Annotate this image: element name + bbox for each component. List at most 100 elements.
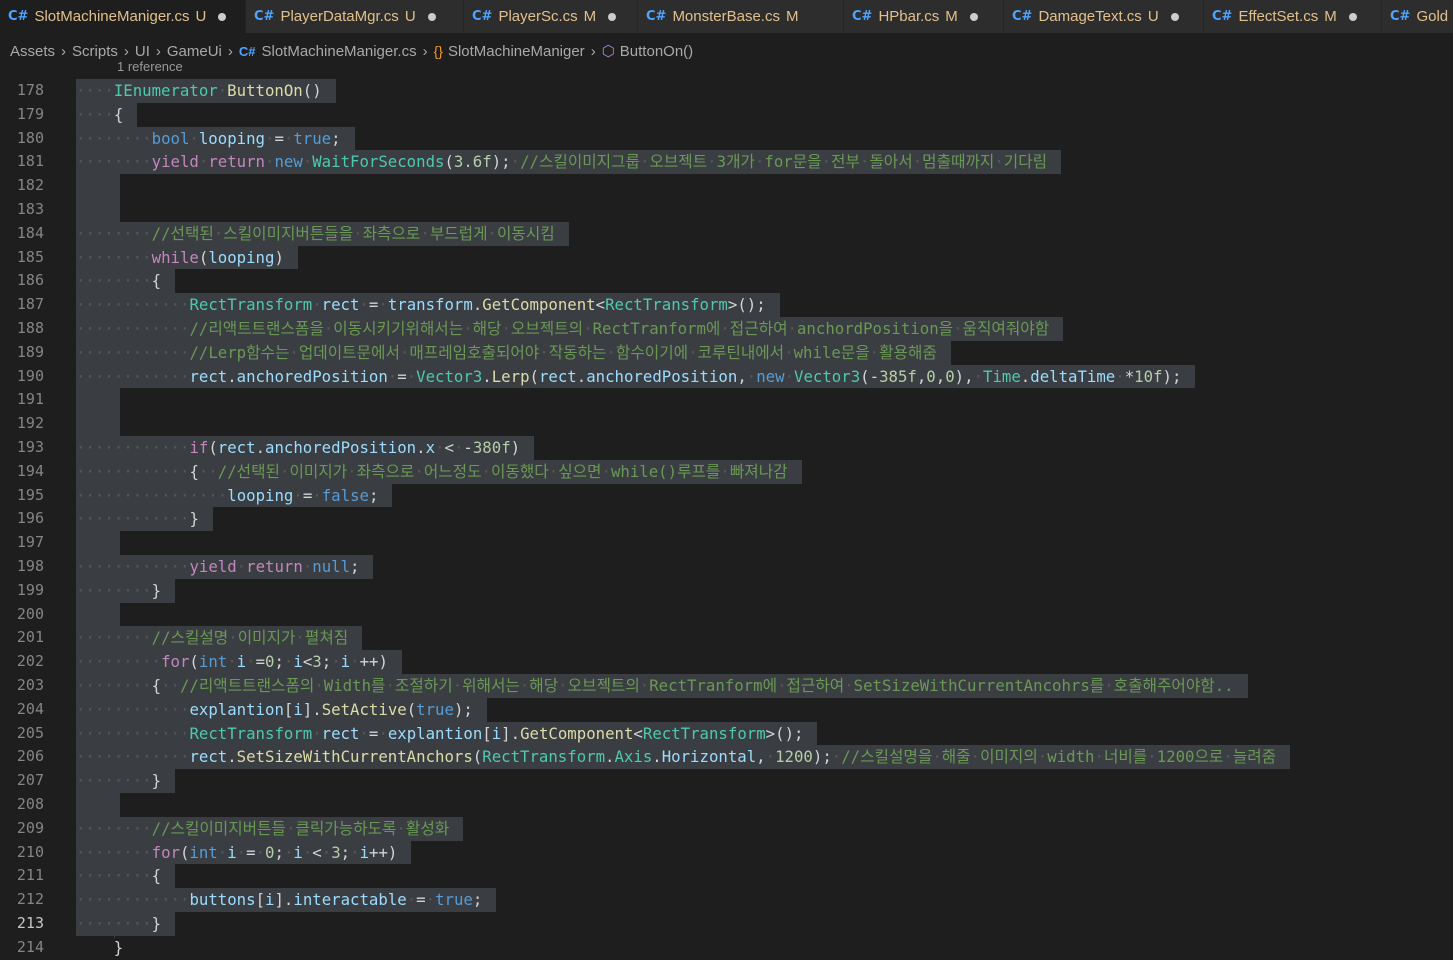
unsaved-dot-icon[interactable]	[1170, 12, 1179, 21]
breadcrumb-item-ui[interactable]: UI	[135, 43, 150, 60]
code-line[interactable]	[76, 793, 120, 817]
chevron-right-icon: ›	[422, 42, 428, 60]
code-line[interactable]: ·········for(int·i·=0;·i<3;·i·++)	[76, 650, 402, 674]
code-line[interactable]	[76, 602, 120, 627]
code-line[interactable]: ············rect.SetSizeWithCurrentAncho…	[76, 745, 1291, 770]
code-line[interactable]: ············RectTransform·rect·=·explant…	[76, 721, 818, 746]
chevron-right-icon: ›	[123, 42, 129, 60]
code-line[interactable]: ········bool·looping·=·true;	[76, 126, 355, 151]
code-line[interactable]	[76, 198, 120, 222]
selection-highlight: ············RectTransform·rect·=·transfo…	[76, 293, 780, 317]
code-line[interactable]: ············{··//선택된·이미지가·좌측으로·어느정도·이동했다…	[76, 459, 802, 484]
tab-slotmachinemaniger-cs[interactable]: C# SlotMachineManiger.cs U	[0, 0, 246, 33]
line-number: 194	[16, 461, 44, 480]
code-line[interactable]	[76, 388, 120, 413]
tab-label: HPbar.cs	[878, 8, 940, 25]
code-line[interactable]: ············rect.anchoredPosition·=·Vect…	[76, 364, 1196, 389]
selection-highlight	[76, 412, 120, 436]
breadcrumb-item-class[interactable]: SlotMachineManiger	[448, 43, 585, 60]
selection-highlight: ····{	[76, 102, 138, 127]
csharp-file-icon: C#	[852, 9, 873, 24]
tab-label: PlayerSc.cs	[498, 8, 578, 25]
code-line[interactable]: ········//선택된·스킬이미지버튼들을·좌측으로·부드럽게·이동시킴	[76, 221, 569, 246]
line-number: 185	[16, 247, 44, 266]
unsaved-dot-icon[interactable]	[608, 12, 617, 21]
code-line[interactable]: ················looping·=·false;	[76, 483, 393, 508]
code-line[interactable]: ········//스킬이미지버튼들·클릭가능하도록·활성화	[76, 816, 464, 841]
chevron-right-icon: ›	[155, 42, 161, 60]
code-line[interactable]: ········//스킬설명·이미지가·펼쳐짐	[76, 626, 363, 651]
unsaved-dot-icon[interactable]	[427, 12, 436, 21]
breadcrumb-item-scripts[interactable]: Scripts	[72, 43, 118, 60]
selection-highlight: ·········for(int·i·=0;·i<3;·i·++)	[76, 650, 402, 674]
code-line[interactable]: ············if(rect.anchoredPosition.x·<…	[76, 436, 535, 460]
tab-damagetext-cs[interactable]: C# DamageText.cs U	[1004, 0, 1204, 33]
tab-monsterbase-cs[interactable]: C# MonsterBase.cs M	[638, 0, 844, 33]
tab-playersc-cs[interactable]: C# PlayerSc.cs M	[464, 0, 638, 33]
code-line[interactable]: ········for(int·i·=·0;·i·<·3;·i++)	[76, 840, 412, 865]
code-line[interactable]: ············}	[76, 507, 213, 532]
selection-highlight: ········bool·looping·=·true;	[76, 126, 355, 151]
code-line[interactable]: ············buttons[i].interactable·=·tr…	[76, 888, 497, 912]
code-line[interactable]: ········{	[76, 864, 176, 889]
tab-git-status: U	[404, 8, 416, 25]
breadcrumb-item-assets[interactable]: Assets	[10, 43, 55, 60]
tab-hpbar-cs[interactable]: C# HPbar.cs M	[844, 0, 1004, 33]
line-number: 212	[16, 890, 44, 909]
selection-highlight: ········{	[76, 864, 176, 889]
codelens-references[interactable]: 1 reference	[117, 59, 183, 74]
code-line[interactable]: ············//Lerp함수는·업데이트문에서·매프레임호출되어야·…	[76, 340, 951, 365]
code-line[interactable]: ····IEnumerator·ButtonOn()	[76, 79, 336, 103]
unsaved-dot-icon[interactable]	[969, 12, 978, 21]
breadcrumb-item-method[interactable]: ButtonOn()	[620, 43, 693, 60]
code-line[interactable]: ············RectTransform·rect·=·transfo…	[76, 293, 780, 317]
unsaved-dot-icon[interactable]	[1348, 12, 1357, 21]
selection-highlight: ········//스킬이미지버튼들·클릭가능하도록·활성화	[76, 816, 464, 841]
line-number: 211	[16, 866, 44, 885]
code-line[interactable]: ········}	[76, 769, 176, 793]
csharp-file-icon: C#	[1012, 9, 1033, 24]
selection-highlight: ········{··//리액트트랜스폼의·Width를·조절하기·위해서는·해…	[76, 674, 1248, 698]
code-line[interactable]: ········}	[76, 912, 176, 936]
line-number: 205	[16, 723, 44, 742]
selection-highlight: ············explantion[i].SetActive(true…	[76, 697, 487, 722]
selection-highlight: ············if(rect.anchoredPosition.x·<…	[76, 436, 535, 460]
tab-gold[interactable]: C# Gold	[1382, 0, 1453, 33]
code-line[interactable]	[76, 174, 120, 198]
code-line[interactable]: ········{	[76, 269, 176, 294]
line-number: 191	[16, 390, 44, 409]
chevron-right-icon: ›	[227, 42, 233, 60]
code-line[interactable]: ············explantion[i].SetActive(true…	[76, 697, 487, 722]
code-line[interactable]	[76, 412, 120, 436]
line-number: 186	[16, 271, 44, 290]
code-line[interactable]: ············yield·return·null;	[76, 555, 374, 579]
unsaved-dot-icon[interactable]	[218, 12, 227, 21]
code-line[interactable]: ············//리액트트랜스폼을·이동시키기위해서는·해당·오브젝트…	[76, 317, 1064, 341]
code-line[interactable]: ····{	[76, 102, 138, 127]
code-line[interactable]: ········}	[76, 578, 176, 603]
csharp-file-icon: C#	[472, 9, 493, 24]
selection-highlight	[76, 531, 120, 555]
selection-highlight: ············}	[76, 507, 213, 532]
selection-highlight	[76, 174, 120, 198]
line-number: 196	[16, 509, 44, 528]
tab-effectset-cs[interactable]: C# EffectSet.cs M	[1204, 0, 1382, 33]
tab-git-status: U	[1147, 8, 1159, 25]
line-number: 200	[16, 604, 44, 623]
code-line[interactable]: ········while(looping)	[76, 245, 298, 270]
tab-bar: C# SlotMachineManiger.cs U C# PlayerDataMgr.…	[0, 0, 1453, 33]
line-number: 187	[16, 295, 44, 314]
breadcrumb: Assets › Scripts › UI › GameUi › C# Slot…	[0, 33, 1453, 69]
line-number: 184	[16, 223, 44, 242]
tab-playerdatamgr-cs[interactable]: C# PlayerDataMgr.cs U	[246, 0, 464, 33]
breadcrumb-item-file[interactable]: SlotMachineManiger.cs	[262, 43, 417, 60]
tab-label: PlayerDataMgr.cs	[280, 8, 399, 25]
code-line[interactable]: }	[76, 936, 137, 960]
tab-git-status: M	[583, 8, 597, 25]
code-line[interactable]: ········yield·return·new·WaitForSeconds(…	[76, 150, 1062, 175]
code-line[interactable]	[76, 531, 120, 555]
code-line[interactable]: ········{··//리액트트랜스폼의·Width를·조절하기·위해서는·해…	[76, 674, 1248, 698]
breadcrumb-item-gameui[interactable]: GameUi	[167, 43, 222, 60]
selection-highlight: ············rect.SetSizeWithCurrentAncho…	[76, 745, 1291, 770]
line-number: 189	[16, 342, 44, 361]
